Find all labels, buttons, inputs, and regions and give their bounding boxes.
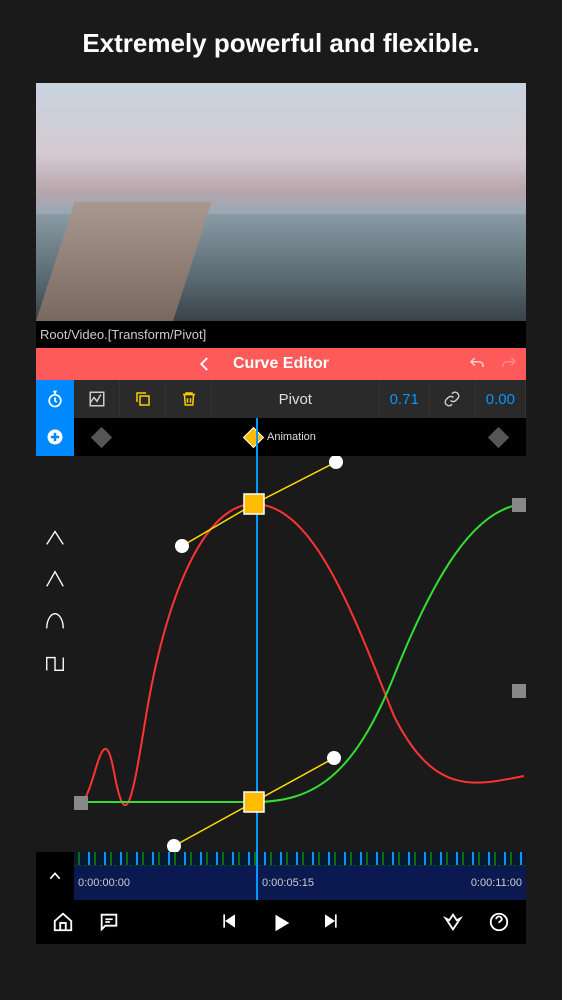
- timestamp-current: 0:00:05:15: [262, 877, 314, 889]
- graph-view-button[interactable]: [74, 380, 120, 418]
- step-back-button[interactable]: [220, 911, 242, 933]
- editor-header: Curve Editor: [36, 348, 526, 380]
- play-button[interactable]: [270, 911, 292, 933]
- curve-toolbar: Pivot 0.71 0.00: [36, 380, 526, 418]
- animation-label: Animation: [267, 431, 316, 443]
- curve-editor-area: [36, 456, 526, 852]
- step-forward-button[interactable]: [320, 911, 342, 933]
- shape-linear-button[interactable]: [44, 526, 66, 548]
- delete-button[interactable]: [166, 380, 212, 418]
- copy-button[interactable]: [120, 380, 166, 418]
- redo-button[interactable]: [500, 355, 518, 373]
- timeline: 0:00:00:00 0:00:05:15 0:00:11:00: [36, 852, 526, 900]
- video-preview[interactable]: [36, 83, 526, 321]
- comment-button[interactable]: [98, 911, 120, 933]
- app-window: Root/Video.[Transform/Pivot] Curve Edito…: [36, 83, 526, 944]
- timeline-numbers: 0:00:00:00 0:00:05:15 0:00:11:00: [74, 866, 526, 900]
- timeline-expand-button[interactable]: [36, 852, 74, 900]
- shape-arc-button[interactable]: [44, 610, 66, 632]
- keyframe-next-icon[interactable]: [488, 426, 509, 447]
- property-value-a[interactable]: 0.71: [380, 380, 430, 418]
- keyframe-prev-icon[interactable]: [91, 426, 112, 447]
- curve-canvas[interactable]: [74, 456, 526, 852]
- shape-peak-button[interactable]: [44, 568, 66, 590]
- timestamp-end: 0:00:11:00: [471, 877, 522, 889]
- link-button[interactable]: [430, 380, 476, 418]
- timeline-playhead[interactable]: [256, 852, 258, 900]
- keyframe-current-icon[interactable]: [243, 426, 264, 447]
- keyframe-row: Animation: [36, 418, 526, 456]
- premium-button[interactable]: [442, 911, 464, 933]
- breadcrumb: Root/Video.[Transform/Pivot]: [36, 321, 526, 348]
- undo-button[interactable]: [468, 355, 486, 373]
- editor-title: Curve Editor: [36, 355, 526, 373]
- bottom-bar: [36, 900, 526, 944]
- keyframe-track[interactable]: Animation: [74, 418, 526, 456]
- add-keyframe-button[interactable]: [36, 418, 74, 456]
- timer-tab[interactable]: [36, 380, 74, 418]
- property-label: Pivot: [212, 380, 380, 418]
- marketing-tagline: Extremely powerful and flexible.: [0, 0, 562, 83]
- help-button[interactable]: [488, 911, 510, 933]
- back-button[interactable]: [196, 355, 214, 373]
- property-value-b[interactable]: 0.00: [476, 380, 526, 418]
- home-button[interactable]: [52, 911, 74, 933]
- timestamp-start: 0:00:00:00: [78, 877, 130, 889]
- curve-shape-sidebar: [36, 456, 74, 852]
- timeline-ruler: [74, 852, 526, 866]
- shape-step-button[interactable]: [44, 652, 66, 674]
- timeline-track[interactable]: 0:00:00:00 0:00:05:15 0:00:11:00: [74, 852, 526, 900]
